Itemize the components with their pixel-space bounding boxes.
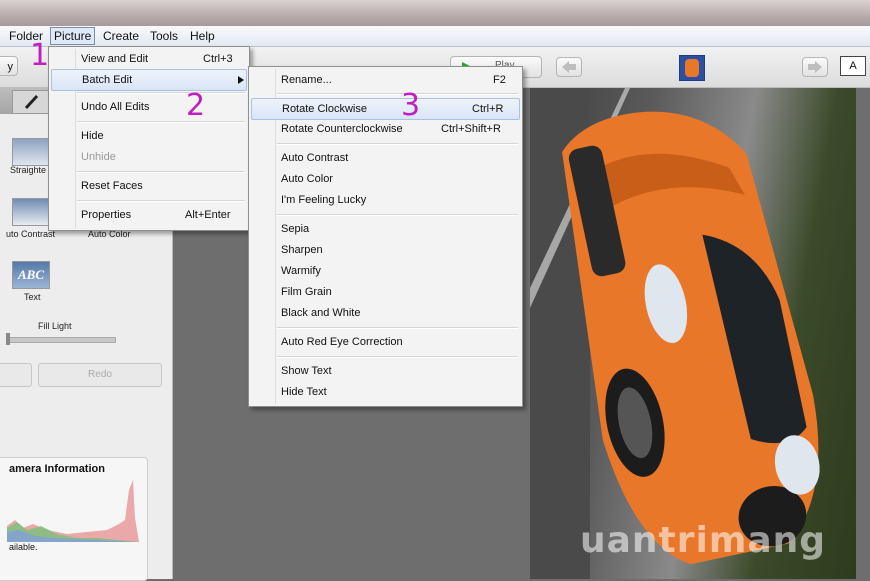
menu-bar: Folder Picture Create Tools Help bbox=[0, 26, 870, 47]
menu-item-show-text[interactable]: Show Text bbox=[251, 361, 520, 381]
menu-item-label: View and Edit bbox=[81, 53, 149, 65]
menu-item-label: Film Grain bbox=[281, 286, 332, 298]
menu-item-label: Rotate Clockwise bbox=[282, 103, 367, 115]
histogram-chart bbox=[7, 480, 139, 542]
menu-item-hide-text[interactable]: Hide Text bbox=[251, 382, 520, 402]
menu-item-label: Sharpen bbox=[281, 244, 323, 256]
fill-light-slider[interactable] bbox=[8, 337, 116, 343]
menu-item-sharpen[interactable]: Sharpen bbox=[251, 240, 520, 260]
picture-menu: View and Edit Ctrl+3 Batch Edit Undo All… bbox=[48, 46, 250, 231]
menu-item-label: Show Text bbox=[281, 365, 332, 377]
straighten-label: Straighte bbox=[10, 165, 47, 175]
menu-item-label: Hide bbox=[81, 130, 104, 142]
text-tool-thumbnail[interactable]: ABC bbox=[12, 261, 50, 289]
photo-view[interactable] bbox=[530, 88, 856, 579]
back-button[interactable]: y bbox=[0, 56, 18, 76]
redo-button[interactable]: Redo bbox=[38, 363, 162, 387]
arrow-right-icon bbox=[808, 61, 822, 73]
menu-item-label: Auto Contrast bbox=[281, 152, 349, 164]
camera-information-box: amera Information ailable. bbox=[0, 457, 148, 581]
window-title-strip bbox=[0, 0, 870, 26]
menu-item-label: Undo All Edits bbox=[81, 101, 150, 113]
menu-item-film-grain[interactable]: Film Grain bbox=[251, 282, 520, 302]
menu-item-view-and-edit[interactable]: View and Edit Ctrl+3 bbox=[51, 49, 247, 69]
menu-item-black-and-white[interactable]: Black and White bbox=[251, 303, 520, 323]
menu-item-label: Auto Red Eye Correction bbox=[281, 336, 403, 348]
camera-info-title: amera Information bbox=[9, 463, 105, 475]
menu-item-label: Auto Color bbox=[281, 173, 333, 185]
menu-item-undo-all-edits[interactable]: Undo All Edits bbox=[51, 97, 247, 117]
straighten-thumbnail[interactable] bbox=[12, 138, 50, 166]
menu-item-label: I'm Feeling Lucky bbox=[281, 194, 367, 206]
menu-picture[interactable]: Picture bbox=[50, 27, 96, 45]
menu-item-auto-red-eye[interactable]: Auto Red Eye Correction bbox=[251, 332, 520, 352]
menu-item-label: Warmify bbox=[281, 265, 321, 277]
menu-separator bbox=[277, 327, 518, 329]
menu-item-unhide: Unhide bbox=[51, 147, 247, 167]
batch-edit-submenu: Rename... F2 Rotate Clockwise Ctrl+R Rot… bbox=[248, 66, 523, 407]
menu-item-label: Black and White bbox=[281, 307, 361, 319]
submenu-arrow-icon bbox=[238, 76, 244, 84]
menu-create[interactable]: Create bbox=[100, 28, 142, 44]
menu-separator bbox=[77, 92, 245, 94]
menu-help[interactable]: Help bbox=[187, 28, 218, 44]
menu-item-shortcut: Ctrl+R bbox=[472, 103, 504, 115]
menu-item-batch-edit[interactable]: Batch Edit bbox=[51, 69, 247, 91]
car-photo bbox=[530, 88, 820, 579]
brush-tab[interactable] bbox=[12, 90, 50, 114]
menu-separator bbox=[277, 214, 518, 216]
step-marker-3: 3 bbox=[401, 88, 421, 123]
menu-item-feeling-lucky[interactable]: I'm Feeling Lucky bbox=[251, 190, 520, 210]
menu-item-shortcut: F2 bbox=[493, 74, 506, 86]
menu-item-label: Rename... bbox=[281, 74, 332, 86]
menu-item-properties[interactable]: Properties Alt+Enter bbox=[51, 205, 247, 225]
arrow-left-icon bbox=[562, 61, 576, 73]
menu-item-shortcut: Alt+Enter bbox=[185, 209, 231, 221]
brush-icon bbox=[24, 94, 39, 110]
menu-item-rename[interactable]: Rename... F2 bbox=[251, 70, 520, 90]
menu-item-label: Reset Faces bbox=[81, 180, 143, 192]
menu-item-reset-faces[interactable]: Reset Faces bbox=[51, 176, 247, 196]
text-thumb-label: ABC bbox=[17, 267, 44, 282]
menu-item-auto-color[interactable]: Auto Color bbox=[251, 169, 520, 189]
menu-separator bbox=[277, 143, 518, 145]
fill-light-slider-handle[interactable] bbox=[6, 333, 10, 345]
fill-light-label: Fill Light bbox=[38, 321, 72, 331]
current-photo-thumbnail[interactable] bbox=[679, 55, 705, 81]
menu-separator bbox=[277, 93, 518, 95]
menu-separator bbox=[77, 171, 245, 173]
text-box-button[interactable]: A bbox=[840, 56, 866, 76]
menu-item-auto-contrast[interactable]: Auto Contrast bbox=[251, 148, 520, 168]
previous-button[interactable] bbox=[556, 57, 582, 77]
menu-item-label: Hide Text bbox=[281, 386, 327, 398]
back-button-label: y bbox=[7, 61, 14, 73]
step-marker-2: 2 bbox=[186, 88, 206, 123]
text-box-label: A bbox=[849, 60, 857, 72]
menu-item-rotate-counterclockwise[interactable]: Rotate Counterclockwise Ctrl+Shift+R bbox=[251, 119, 520, 139]
menu-separator bbox=[77, 121, 245, 123]
menu-separator bbox=[77, 200, 245, 202]
menu-item-label: Batch Edit bbox=[82, 74, 133, 86]
camera-info-status: ailable. bbox=[9, 542, 38, 552]
menu-separator bbox=[277, 356, 518, 358]
redo-label: Redo bbox=[88, 369, 112, 380]
menu-item-hide[interactable]: Hide bbox=[51, 126, 247, 146]
menu-item-warmify[interactable]: Warmify bbox=[251, 261, 520, 281]
menu-tools[interactable]: Tools bbox=[147, 28, 181, 44]
undo-button[interactable] bbox=[0, 363, 32, 387]
menu-item-label: Properties bbox=[81, 209, 132, 221]
auto-contrast-thumbnail[interactable] bbox=[12, 198, 50, 226]
next-button[interactable] bbox=[802, 57, 828, 77]
thumbnail-car bbox=[685, 59, 699, 77]
text-tool-label: Text bbox=[24, 292, 41, 302]
watermark: uantrimang bbox=[580, 520, 827, 561]
menu-item-rotate-clockwise[interactable]: Rotate Clockwise Ctrl+R bbox=[251, 98, 520, 120]
menu-item-label: Sepia bbox=[281, 223, 310, 235]
menu-item-shortcut: Ctrl+3 bbox=[203, 53, 233, 65]
menu-item-shortcut: Ctrl+Shift+R bbox=[441, 123, 501, 135]
step-marker-1: 1 bbox=[30, 38, 50, 73]
menu-item-label: Unhide bbox=[81, 151, 116, 163]
menu-item-label: Rotate Counterclockwise bbox=[281, 123, 403, 135]
menu-item-sepia[interactable]: Sepia bbox=[251, 219, 520, 239]
